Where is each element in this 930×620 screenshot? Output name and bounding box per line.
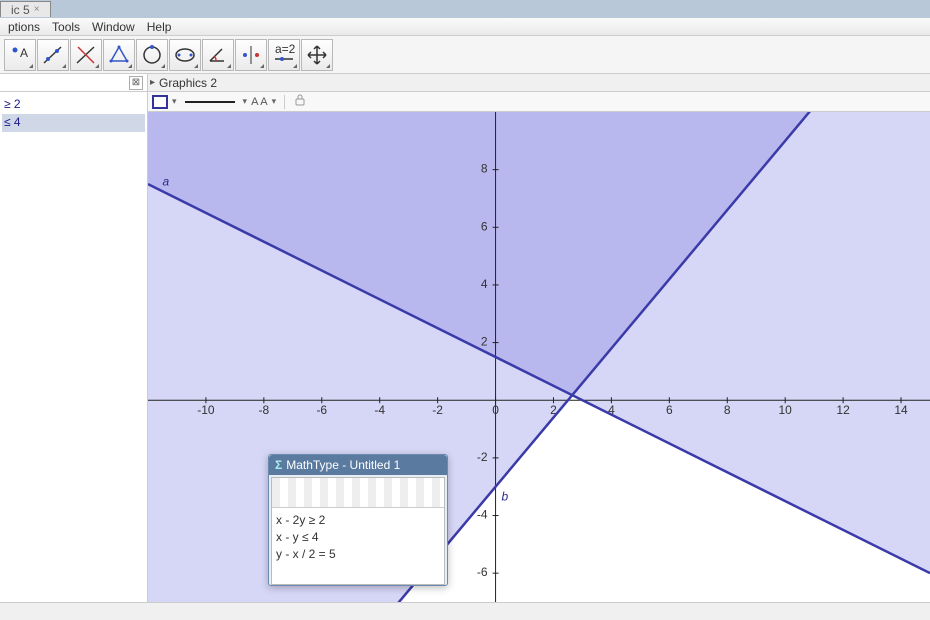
toolbar: A a=2	[0, 36, 930, 74]
algebra-item[interactable]: ≤ 4	[2, 114, 145, 132]
svg-text:-8: -8	[259, 403, 270, 417]
svg-text:a=2: a=2	[275, 43, 296, 56]
menu-options[interactable]: ptions	[2, 18, 46, 36]
segment-tool[interactable]	[70, 39, 102, 71]
svg-text:b: b	[502, 490, 509, 504]
svg-text:10: 10	[779, 403, 793, 417]
algebra-item[interactable]: ≥ 2	[2, 96, 145, 114]
dropdown-icon[interactable]: ▾	[243, 96, 248, 107]
svg-text:-10: -10	[197, 403, 215, 417]
svg-text:-4: -4	[477, 508, 488, 522]
svg-text:12: 12	[836, 403, 850, 417]
line-tool[interactable]	[37, 39, 69, 71]
svg-text:4: 4	[481, 277, 488, 291]
svg-text:14: 14	[894, 403, 908, 417]
move-tool[interactable]	[301, 39, 333, 71]
status-bar	[0, 602, 930, 620]
menu-help[interactable]: Help	[141, 18, 178, 36]
separator	[284, 95, 285, 109]
point-tool[interactable]: A	[4, 39, 36, 71]
menu-window[interactable]: Window	[86, 18, 141, 36]
svg-text:-6: -6	[316, 403, 327, 417]
style-bar: ▾ ▾ A A ▾	[148, 92, 930, 112]
tab-title: ic 5	[11, 3, 30, 17]
svg-text:8: 8	[481, 162, 488, 176]
collapse-icon[interactable]: ▸	[150, 77, 155, 88]
algebra-panel: ⊠ ≥ 2 ≤ 4	[0, 74, 148, 602]
svg-text:-4: -4	[374, 403, 385, 417]
perpendicular-tool[interactable]	[103, 39, 135, 71]
sigma-icon: Σ	[275, 458, 282, 472]
svg-text:a: a	[162, 174, 169, 188]
graph-plot[interactable]: -10-8-6-4-202468101214-6-4-22468ab	[148, 112, 930, 602]
algebra-list: ≥ 2 ≤ 4	[0, 92, 147, 136]
svg-text:-2: -2	[432, 403, 443, 417]
browser-tabbar: ic 5 ×	[0, 0, 930, 18]
graphics-canvas[interactable]: -10-8-6-4-202468101214-6-4-22468ab	[148, 112, 930, 602]
menu-bar: ptions Tools Window Help	[0, 18, 930, 36]
svg-text:6: 6	[666, 403, 673, 417]
font-size-label[interactable]: A A	[251, 96, 268, 108]
svg-text:8: 8	[724, 403, 731, 417]
line-style-picker[interactable]	[185, 101, 235, 103]
tab-close-icon[interactable]: ×	[34, 4, 40, 15]
close-icon[interactable]: ⊠	[129, 76, 143, 90]
svg-text:0: 0	[492, 403, 499, 417]
color-picker[interactable]	[152, 95, 168, 109]
taskbar-preview[interactable]: Σ MathType - Untitled 1 x - 2y ≥ 2 x - y…	[268, 454, 448, 586]
svg-text:-6: -6	[477, 565, 488, 579]
angle-tool[interactable]	[202, 39, 234, 71]
preview-body: x - 2y ≥ 2 x - y ≤ 4 y - x / 2 = 5	[271, 477, 445, 585]
svg-text:A: A	[20, 46, 28, 60]
polygon-tool[interactable]	[136, 39, 168, 71]
lock-icon[interactable]	[293, 93, 307, 110]
preview-title: MathType - Untitled 1	[286, 458, 400, 472]
graphics-title: Graphics 2	[159, 76, 217, 90]
svg-text:-2: -2	[477, 450, 488, 464]
svg-text:2: 2	[481, 335, 488, 349]
svg-text:6: 6	[481, 219, 488, 233]
dropdown-icon[interactable]: ▾	[272, 96, 277, 107]
circle-tool[interactable]	[169, 39, 201, 71]
reflect-tool[interactable]	[235, 39, 267, 71]
menu-tools[interactable]: Tools	[46, 18, 86, 36]
tab-geogebra[interactable]: ic 5 ×	[0, 1, 51, 17]
slider-tool[interactable]: a=2	[268, 39, 300, 71]
graphics-panel: ▸ Graphics 2 ▾ ▾ A A ▾ -10 -8 -6 -4 -2 0 2 4 6 8 1…	[148, 74, 930, 602]
dropdown-icon[interactable]: ▾	[172, 96, 177, 107]
